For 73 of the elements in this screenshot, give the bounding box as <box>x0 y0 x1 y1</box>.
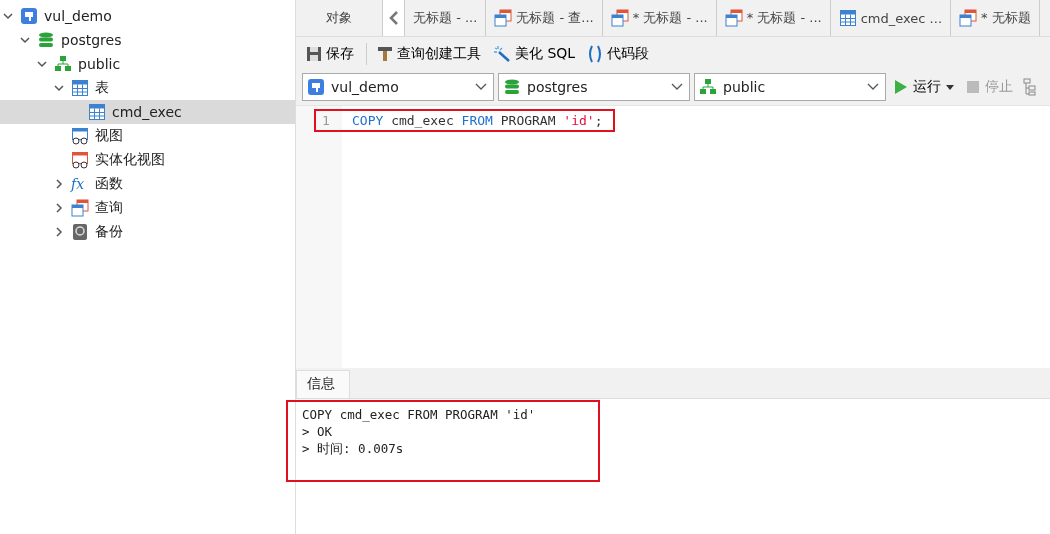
toolbar-button[interactable]: 代码段 <box>585 43 652 65</box>
tree-item[interactable]: 查询 <box>0 196 295 220</box>
tab[interactable]: * 无标题 - ... <box>602 0 717 36</box>
hierarchy-icon <box>54 55 72 73</box>
table-glasses-icon <box>71 151 89 169</box>
caret-icon <box>946 84 954 90</box>
elephant-icon <box>307 78 325 96</box>
tree-label: postgres <box>61 32 122 48</box>
chevron-icon[interactable] <box>3 11 13 21</box>
tree-label: 函数 <box>95 175 123 193</box>
tree-item[interactable]: vul_demo <box>0 4 295 28</box>
tree-item[interactable]: 备份 <box>0 220 295 244</box>
function-icon: fx <box>71 176 89 192</box>
tree-label: 表 <box>95 79 109 97</box>
caret-icon <box>867 83 879 91</box>
tree-item[interactable]: postgres <box>0 28 295 52</box>
tree-item[interactable]: fx 函数 <box>0 172 295 196</box>
table-icon <box>838 9 857 27</box>
toolbar-button[interactable]: 保存 <box>304 43 367 65</box>
tree-label: 实体化视图 <box>95 151 165 169</box>
chevron-icon[interactable] <box>37 59 47 69</box>
toolbar-button[interactable]: 美化 SQL <box>491 43 578 65</box>
caret-icon <box>671 83 683 91</box>
save-icon <box>306 46 322 62</box>
elephant-icon <box>20 7 38 25</box>
toolbar-button[interactable]: 查询创建工具 <box>375 43 483 65</box>
tree-label: 备份 <box>95 223 123 241</box>
tree-item[interactable]: 视图 <box>0 124 295 148</box>
tree-label: public <box>78 56 121 72</box>
magic-wand-icon <box>493 46 511 62</box>
tab[interactable]: * 无标题 - ... <box>716 0 831 36</box>
query-icon <box>959 9 978 27</box>
dropdown[interactable]: vul_demo <box>302 73 494 101</box>
chevron-icon[interactable] <box>20 35 30 45</box>
tab[interactable]: 信息 <box>296 370 350 398</box>
tree-label: vul_demo <box>44 8 112 24</box>
run-button[interactable]: 运行 <box>890 78 958 96</box>
query-icon <box>724 9 743 27</box>
chevron-icon[interactable] <box>54 227 64 237</box>
chevron-left-icon <box>388 11 399 25</box>
tab[interactable]: cmd_exec ... <box>830 0 952 36</box>
database-icon <box>37 31 55 49</box>
backup-icon <box>71 223 89 241</box>
chevron-icon[interactable] <box>54 203 64 213</box>
tree-label: cmd_exec <box>112 104 182 120</box>
message-output: COPY cmd_exec FROM PROGRAM 'id' > OK > 时间: 0.007s <box>286 400 600 482</box>
hierarchy-icon <box>699 78 717 96</box>
tree-label: 视图 <box>95 127 123 145</box>
database-icon <box>503 78 521 96</box>
tree-item[interactable]: 表 <box>0 76 295 100</box>
chevron-icon[interactable] <box>54 179 64 189</box>
dropdown[interactable]: postgres <box>498 73 690 101</box>
table-icon <box>71 79 89 97</box>
tab[interactable]: 无标题 - ... <box>405 0 487 36</box>
tree-item[interactable]: cmd_exec <box>0 100 295 124</box>
tree-label: 查询 <box>95 199 123 217</box>
query-icon <box>494 9 513 27</box>
query-icon <box>71 199 89 217</box>
play-icon <box>894 79 908 95</box>
tab[interactable]: * 无标题 <box>951 0 1040 36</box>
tree-item[interactable]: public <box>0 52 295 76</box>
table-glasses-icon <box>71 127 89 145</box>
table-icon <box>88 103 106 121</box>
scroll-left-button[interactable] <box>383 0 405 36</box>
chevron-icon[interactable] <box>54 83 64 93</box>
stop-icon <box>966 80 980 94</box>
caret-icon <box>475 83 487 91</box>
query-icon <box>610 9 629 27</box>
hammer-icon <box>377 46 393 62</box>
tree-item[interactable]: 实体化视图 <box>0 148 295 172</box>
parentheses-icon <box>587 45 604 63</box>
tab[interactable]: 无标题 - 查... <box>486 0 603 36</box>
dropdown[interactable]: public <box>694 73 886 101</box>
